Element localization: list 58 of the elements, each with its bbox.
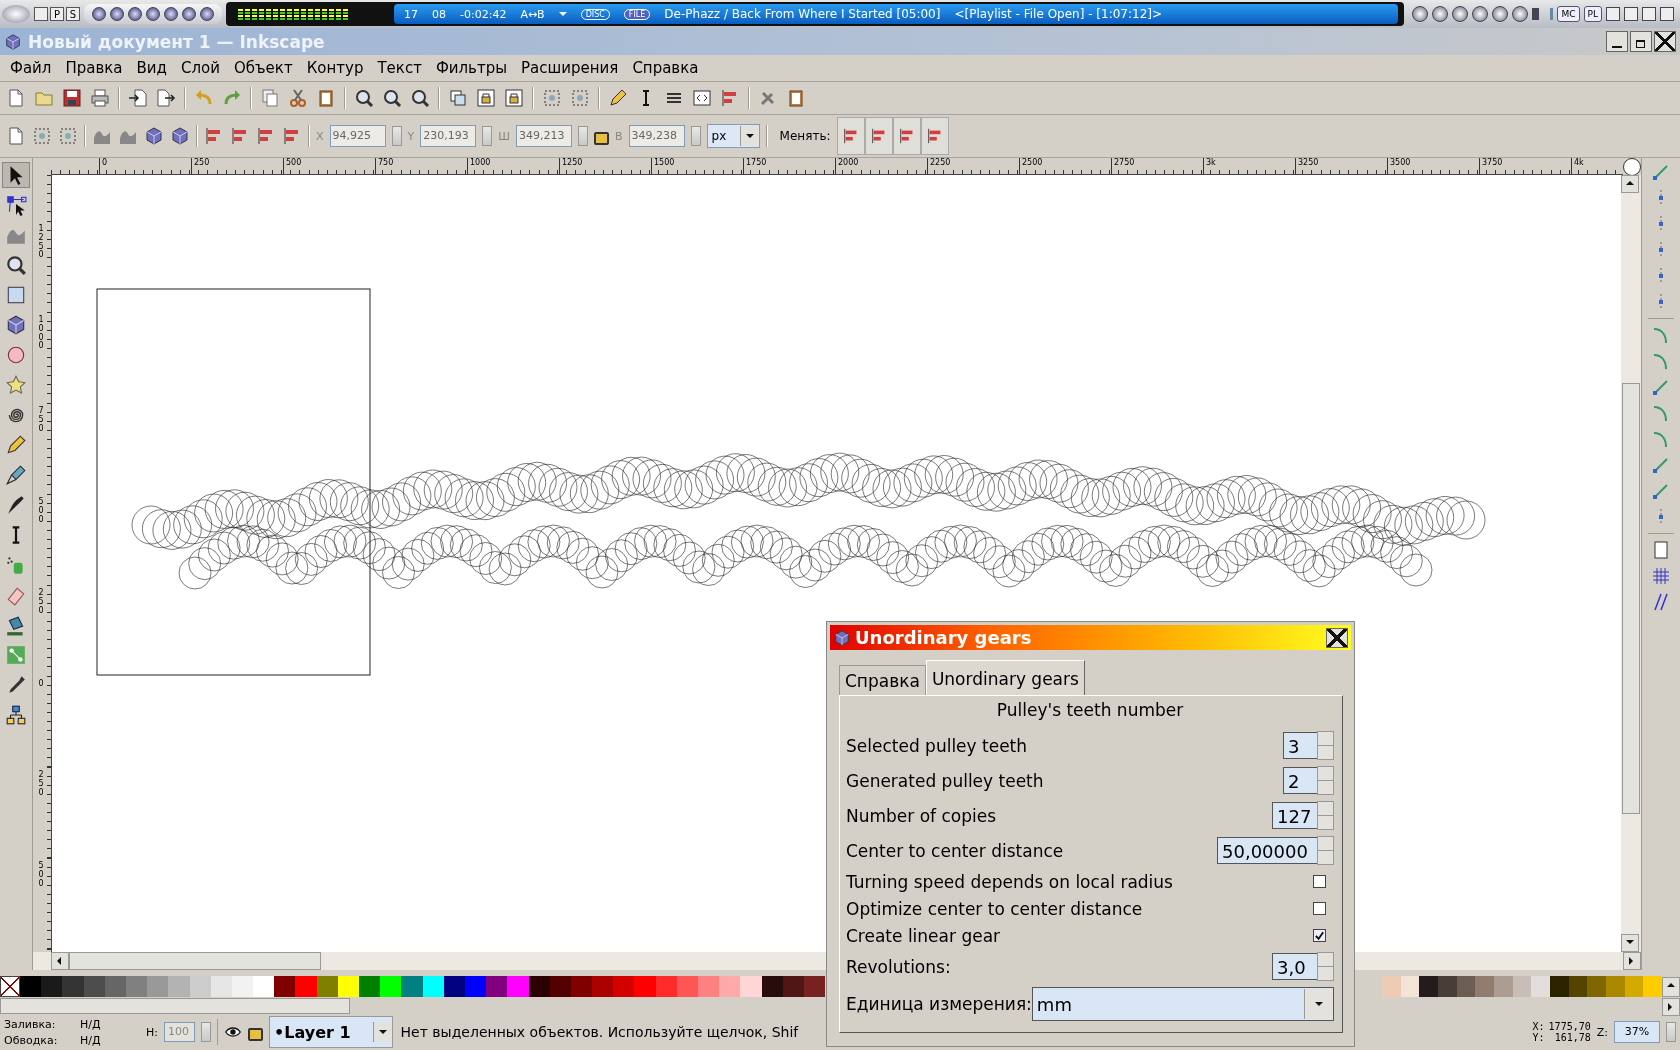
ruler-label: 250 bbox=[191, 158, 210, 174]
ruler-label: 1250 bbox=[559, 158, 583, 174]
minutes-counter: 08 bbox=[432, 7, 446, 21]
fill-label: Заливка: bbox=[4, 1017, 57, 1031]
ruler-label: 1000 bbox=[467, 158, 491, 174]
ruler-label: 2750 bbox=[1111, 158, 1135, 174]
x-coordinate: 1775,70 bbox=[1548, 1021, 1591, 1032]
track-number: 17 bbox=[404, 7, 418, 21]
field-label: Center to center distance bbox=[846, 840, 1065, 861]
stroke-value: Н/Д bbox=[80, 1033, 102, 1047]
elapsed-time: -0:02:42 bbox=[460, 7, 507, 21]
field-label: Generated pulley teeth bbox=[846, 770, 1045, 791]
ruler-label: 3500 bbox=[1387, 158, 1411, 174]
field-label: Y bbox=[407, 129, 415, 143]
ruler-label: 1750 bbox=[743, 158, 767, 174]
ruler-label: 1500 bbox=[651, 158, 675, 174]
ruler-label: 750 bbox=[37, 407, 45, 434]
playlist-status: <[Playlist - File Open] - [1:07:12]> bbox=[954, 7, 1162, 21]
field-label: В bbox=[615, 129, 623, 143]
ruler-label: 3750 bbox=[1479, 158, 1503, 174]
status-message: Нет выделенных объектов. Используйте щелчок, Shif bbox=[400, 1024, 799, 1040]
ruler-label: 1000 bbox=[37, 316, 45, 352]
field-label: Revolutions: bbox=[846, 956, 952, 977]
dialog-title: Unordinary gears bbox=[855, 627, 1032, 648]
field-label: Number of copies bbox=[846, 805, 998, 826]
fill-value: Н/Д bbox=[80, 1017, 102, 1031]
change-label: Менять: bbox=[779, 129, 831, 143]
ruler-label: 3k bbox=[1203, 158, 1216, 174]
ruler-label: 500 bbox=[37, 498, 45, 525]
stroke-label: Обводка: bbox=[4, 1033, 59, 1047]
ruler-label: 4k bbox=[1571, 158, 1584, 174]
song-title: De-Phazz / Back From Where I Started [05:00] bbox=[664, 7, 941, 21]
x-label: X: bbox=[1532, 1021, 1545, 1032]
ruler-label: 500 bbox=[37, 862, 45, 889]
field-label: X bbox=[316, 129, 324, 143]
zoom-label: Z: bbox=[1596, 1025, 1608, 1039]
ruler-label: 2500 bbox=[1019, 158, 1043, 174]
ruler-label: 500 bbox=[283, 158, 302, 174]
ruler-label: 3250 bbox=[1295, 158, 1319, 174]
ruler-label: 1250 bbox=[37, 225, 45, 261]
field-label: Create linear gear bbox=[846, 925, 1002, 946]
y-coordinate: 161,78 bbox=[1553, 1032, 1591, 1043]
ruler-label: 2250 bbox=[927, 158, 951, 174]
ruler-label: 750 bbox=[375, 158, 394, 174]
field-label: Ш bbox=[498, 129, 511, 143]
ruler-label: 0 bbox=[99, 158, 108, 174]
section-heading: Pulley's teeth number bbox=[995, 700, 1185, 722]
window-title: Новый документ 1 — Inkscape bbox=[28, 31, 325, 52]
ruler-label: 2000 bbox=[835, 158, 859, 174]
ruler-label: 0 bbox=[37, 680, 45, 689]
field-label: Turning speed depends on local radius bbox=[846, 871, 1174, 892]
field-label: Selected pulley teeth bbox=[846, 735, 1029, 756]
ruler-label: 250 bbox=[37, 589, 45, 616]
ruler-label: 250 bbox=[37, 771, 45, 798]
y-label: Y: bbox=[1532, 1032, 1545, 1043]
field-label: Optimize center to center distance bbox=[846, 898, 1144, 919]
field-label: Единица измерения: bbox=[846, 994, 1032, 1014]
opacity-label: Н: bbox=[146, 1025, 158, 1039]
